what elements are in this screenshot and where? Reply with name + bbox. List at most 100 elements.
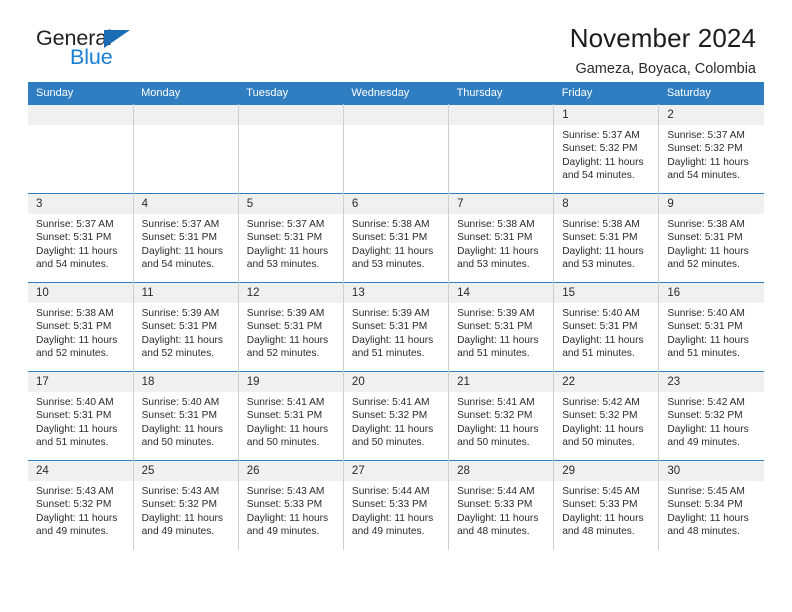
day-details: Sunrise: 5:43 AM Sunset: 5:32 PM Daylight:…: [28, 481, 133, 539]
calendar-day-cell[interactable]: 17 Sunrise: 5:40 AM Sunset: 5:31 PM Dayligh…: [28, 371, 134, 461]
day-number: 18: [133, 372, 238, 392]
calendar-day-cell[interactable]: 27 Sunrise: 5:44 AM Sunset: 5:33 PM Dayligh…: [342, 460, 450, 550]
calendar-day-cell[interactable]: 8 Sunrise: 5:38 AM Sunset: 5:31 PM Daylight…: [553, 193, 660, 283]
calendar-day-cell[interactable]: 3 Sunrise: 5:37 AM Sunset: 5:31 PM Daylight…: [28, 193, 134, 283]
sunrise-text: Sunrise: 5:39 AM: [351, 308, 430, 319]
day-details: Sunrise: 5:40 AM Sunset: 5:31 PM Daylight:…: [134, 392, 238, 450]
daylight-text-line1: Daylight: 11 hours: [351, 423, 434, 435]
calendar-day-cell[interactable]: 30 Sunrise: 5:45 AM Sunset: 5:34 PM Dayligh…: [658, 460, 764, 550]
calendar-day-cell[interactable]: 6 Sunrise: 5:38 AM Sunset: 5:31 PM Daylight…: [342, 193, 450, 283]
sunrise-text: Sunrise: 5:37 AM: [562, 130, 640, 141]
calendar-day-cell[interactable]: 21 Sunrise: 5:41 AM Sunset: 5:32 PM Dayligh…: [448, 371, 555, 461]
daylight-text-line2: and 49 minutes.: [36, 526, 109, 538]
day-details: Sunrise: 5:40 AM Sunset: 5:31 PM Daylight:…: [659, 303, 764, 361]
sunrise-text: Sunrise: 5:43 AM: [36, 486, 114, 497]
calendar-day-cell[interactable]: 4 Sunrise: 5:37 AM Sunset: 5:31 PM Daylight…: [132, 193, 239, 283]
daylight-text-line2: and 54 minutes.: [141, 259, 215, 271]
daylight-text-line1: Daylight: 11 hours: [36, 245, 118, 257]
calendar-day-cell[interactable]: 26 Sunrise: 5:43 AM Sunset: 5:33 PM Dayligh…: [237, 460, 344, 550]
sunrise-text: Sunrise: 5:44 AM: [351, 486, 430, 497]
day-number: 21: [449, 372, 554, 392]
logo-text-blue: Blue: [70, 45, 113, 69]
daylight-text-line1: Daylight: 11 hours: [36, 334, 118, 346]
daylight-text-line2: and 51 minutes.: [36, 437, 109, 449]
calendar-day-cell[interactable]: 2 Sunrise: 5:37 AM Sunset: 5:32 PM Daylight…: [658, 104, 764, 194]
daylight-text-line2: and 54 minutes.: [562, 170, 635, 182]
daylight-text-line2: and 49 minutes.: [141, 526, 215, 538]
day-number: [133, 105, 238, 125]
sunrise-text: Sunrise: 5:42 AM: [667, 397, 745, 408]
calendar-day-cell[interactable]: 1 Sunrise: 5:37 AM Sunset: 5:32 PM Daylight…: [553, 104, 660, 194]
daylight-text-line1: Daylight: 11 hours: [351, 334, 434, 346]
day-details: Sunrise: 5:45 AM Sunset: 5:34 PM Daylight:…: [659, 481, 764, 539]
calendar-week-row: 3 Sunrise: 5:37 AM Sunset: 5:31 PM Daylight…: [28, 193, 764, 283]
sunrise-text: Sunrise: 5:40 AM: [36, 397, 114, 408]
day-number: 10: [28, 283, 133, 303]
day-number: 26: [238, 461, 343, 481]
sunset-text: Sunset: 5:33 PM: [457, 499, 533, 511]
sunrise-text: Sunrise: 5:40 AM: [667, 308, 745, 319]
daylight-text-line2: and 53 minutes.: [457, 259, 530, 271]
daylight-text-line1: Daylight: 11 hours: [667, 156, 749, 168]
day-details: Sunrise: 5:42 AM Sunset: 5:32 PM Daylight:…: [554, 392, 658, 450]
day-number: 20: [343, 372, 449, 392]
calendar-day-cell[interactable]: 16 Sunrise: 5:40 AM Sunset: 5:31 PM Dayligh…: [658, 282, 764, 372]
calendar-day-cell[interactable]: 11 Sunrise: 5:39 AM Sunset: 5:31 PM Dayligh…: [132, 282, 239, 372]
calendar-day-cell[interactable]: 12 Sunrise: 5:39 AM Sunset: 5:31 PM Dayligh…: [237, 282, 344, 372]
sunset-text: Sunset: 5:31 PM: [562, 232, 638, 244]
calendar-day-cell[interactable]: 13 Sunrise: 5:39 AM Sunset: 5:31 PM Dayligh…: [342, 282, 450, 372]
daylight-text-line2: and 48 minutes.: [667, 526, 740, 538]
calendar-day-cell[interactable]: 15 Sunrise: 5:40 AM Sunset: 5:31 PM Dayligh…: [553, 282, 660, 372]
day-number: 16: [659, 283, 764, 303]
day-number: 17: [28, 372, 133, 392]
day-details: Sunrise: 5:39 AM Sunset: 5:31 PM Daylight:…: [239, 303, 343, 361]
daylight-text-line1: Daylight: 11 hours: [457, 334, 539, 346]
weekday-header-tuesday: Tuesday: [238, 82, 344, 105]
day-number: 30: [659, 461, 764, 481]
daylight-text-line2: and 48 minutes.: [457, 526, 530, 538]
sunset-text: Sunset: 5:32 PM: [36, 499, 112, 511]
day-number: [449, 105, 554, 125]
calendar-day-cell[interactable]: 5 Sunrise: 5:37 AM Sunset: 5:31 PM Daylight…: [237, 193, 344, 283]
calendar-day-cell[interactable]: 9 Sunrise: 5:38 AM Sunset: 5:31 PM Daylight…: [658, 193, 764, 283]
daylight-text-line2: and 50 minutes.: [141, 437, 215, 449]
day-details: Sunrise: 5:38 AM Sunset: 5:31 PM Daylight:…: [344, 214, 448, 272]
calendar-day-cell[interactable]: 10 Sunrise: 5:38 AM Sunset: 5:31 PM Dayligh…: [28, 282, 134, 372]
sunrise-text: Sunrise: 5:37 AM: [141, 219, 220, 230]
day-details: Sunrise: 5:39 AM Sunset: 5:31 PM Daylight:…: [449, 303, 553, 361]
calendar-day-cell[interactable]: 22 Sunrise: 5:42 AM Sunset: 5:32 PM Dayligh…: [553, 371, 660, 461]
calendar-day-cell[interactable]: 7 Sunrise: 5:38 AM Sunset: 5:31 PM Daylight…: [448, 193, 555, 283]
sunset-text: Sunset: 5:32 PM: [351, 410, 428, 422]
day-details: Sunrise: 5:40 AM Sunset: 5:31 PM Daylight:…: [28, 392, 133, 450]
calendar-day-cell[interactable]: 23 Sunrise: 5:42 AM Sunset: 5:32 PM Dayligh…: [658, 371, 764, 461]
calendar-day-cell[interactable]: 24 Sunrise: 5:43 AM Sunset: 5:32 PM Dayligh…: [28, 460, 134, 550]
weekday-header-saturday: Saturday: [658, 82, 764, 105]
calendar-day-cell[interactable]: 18 Sunrise: 5:40 AM Sunset: 5:31 PM Dayligh…: [132, 371, 239, 461]
calendar-day-cell[interactable]: 28 Sunrise: 5:44 AM Sunset: 5:33 PM Dayligh…: [448, 460, 555, 550]
sunrise-text: Sunrise: 5:38 AM: [36, 308, 114, 319]
general-blue-logo[interactable]: General Blue: [36, 27, 216, 80]
calendar-day-cell[interactable]: 25 Sunrise: 5:43 AM Sunset: 5:32 PM Dayligh…: [132, 460, 239, 550]
calendar-week-row: 1 Sunrise: 5:37 AM Sunset: 5:32 PM Daylight…: [28, 104, 764, 194]
calendar-day-cell[interactable]: 14 Sunrise: 5:39 AM Sunset: 5:31 PM Dayligh…: [448, 282, 555, 372]
daylight-text-line1: Daylight: 11 hours: [457, 423, 539, 435]
weekday-header-friday: Friday: [553, 82, 659, 105]
daylight-text-line2: and 54 minutes.: [36, 259, 109, 271]
daylight-text-line1: Daylight: 11 hours: [246, 334, 329, 346]
day-details: Sunrise: 5:38 AM Sunset: 5:31 PM Daylight:…: [554, 214, 658, 272]
daylight-text-line1: Daylight: 11 hours: [141, 245, 223, 257]
calendar-day-cell[interactable]: 29 Sunrise: 5:45 AM Sunset: 5:33 PM Dayligh…: [553, 460, 660, 550]
calendar-day-cell[interactable]: 19 Sunrise: 5:41 AM Sunset: 5:31 PM Dayligh…: [237, 371, 344, 461]
sunset-text: Sunset: 5:32 PM: [667, 410, 743, 422]
calendar-day-cell-empty: [237, 104, 344, 194]
daylight-text-line2: and 52 minutes.: [141, 348, 215, 360]
day-number: 29: [554, 461, 659, 481]
calendar-day-cell[interactable]: 20 Sunrise: 5:41 AM Sunset: 5:32 PM Dayligh…: [342, 371, 450, 461]
sunrise-text: Sunrise: 5:39 AM: [246, 308, 325, 319]
daylight-text-line2: and 53 minutes.: [351, 259, 425, 271]
sunset-text: Sunset: 5:31 PM: [36, 232, 112, 244]
sunset-text: Sunset: 5:31 PM: [141, 410, 217, 422]
sunset-text: Sunset: 5:33 PM: [351, 499, 428, 511]
sunset-text: Sunset: 5:32 PM: [457, 410, 533, 422]
day-number: 24: [28, 461, 133, 481]
